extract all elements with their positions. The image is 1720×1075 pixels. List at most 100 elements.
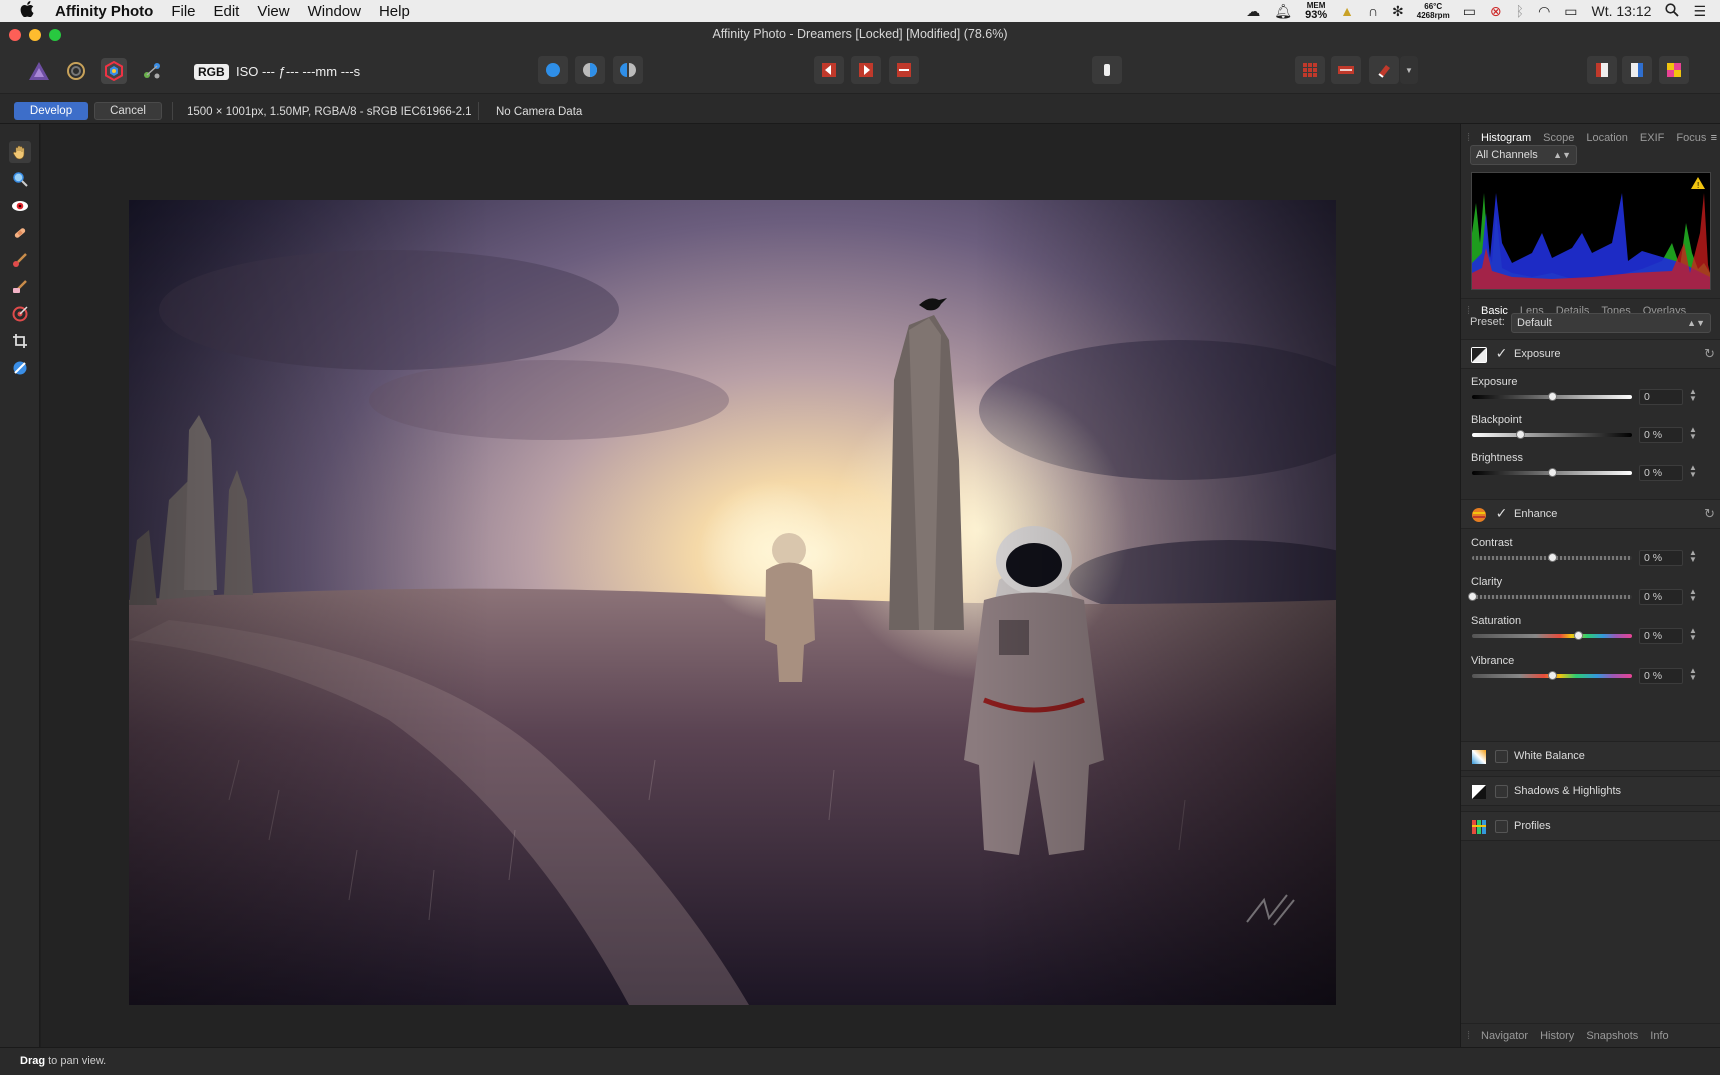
menu-view[interactable]: View — [248, 3, 298, 20]
view-tool-hand-icon[interactable] — [9, 141, 31, 163]
contrast-value[interactable]: 0 % — [1639, 550, 1683, 566]
clarity-stepper-icon[interactable]: ▲ ▼ — [1689, 588, 1697, 603]
white-balance-section-header[interactable]: White Balance — [1461, 741, 1720, 771]
saturation-slider[interactable] — [1472, 631, 1632, 640]
brightness-slider[interactable] — [1472, 468, 1632, 477]
view-single-button[interactable] — [538, 56, 568, 84]
saturation-stepper-icon[interactable]: ▲ ▼ — [1689, 627, 1697, 642]
contrast-slider-thumb[interactable] — [1548, 553, 1557, 562]
tab-history[interactable]: History — [1534, 1030, 1580, 1042]
contrast-slider[interactable] — [1472, 553, 1632, 562]
blackpoint-slider-thumb[interactable] — [1516, 430, 1525, 439]
profiles-enable-checkbox[interactable] — [1495, 820, 1508, 833]
clarity-slider[interactable] — [1468, 592, 1632, 601]
view-mirror-button[interactable] — [613, 56, 643, 84]
vibrance-slider-thumb[interactable] — [1548, 671, 1557, 680]
wifi-icon[interactable]: ◠ — [1531, 3, 1557, 20]
develop-persona-icon[interactable] — [101, 58, 127, 84]
exposure-section-header[interactable]: ✓ Exposure ↻ — [1461, 339, 1720, 369]
menu-file[interactable]: File — [162, 3, 204, 20]
panel-grip-icon[interactable]: ⁞ — [1467, 132, 1475, 144]
snapping-dropdown-chevron-icon[interactable]: ▼ — [1400, 56, 1418, 84]
export-persona-icon[interactable] — [139, 58, 165, 84]
shadows-highlights-section-header[interactable]: Shadows & Highlights — [1461, 776, 1720, 806]
snap-objects-button[interactable] — [1331, 56, 1361, 84]
overlay-erase-brush-icon[interactable] — [9, 276, 31, 298]
memory-monitor[interactable]: MEM 93% — [1299, 1, 1333, 21]
brightness-value[interactable]: 0 % — [1639, 465, 1683, 481]
overlay-gradient-target-icon[interactable] — [9, 303, 31, 325]
tab-focus[interactable]: Focus — [1670, 132, 1712, 144]
warning-icon[interactable]: ▲ — [1333, 3, 1361, 19]
document-image[interactable] — [129, 200, 1336, 1005]
studio-right-button[interactable] — [1622, 56, 1652, 84]
app-name-menu[interactable]: Affinity Photo — [46, 3, 162, 20]
enhance-section-header[interactable]: ✓ Enhance ↻ — [1461, 499, 1720, 529]
white-balance-picker-icon[interactable] — [9, 357, 31, 379]
enhance-enable-checkbox[interactable]: ✓ — [1495, 506, 1508, 521]
spotlight-search-icon[interactable] — [1658, 2, 1686, 20]
snap-grid-button[interactable] — [1295, 56, 1325, 84]
blemish-removal-bandage-icon[interactable] — [9, 222, 31, 244]
snapping-magnet-icon[interactable] — [1369, 56, 1399, 84]
clarity-value[interactable]: 0 % — [1639, 589, 1683, 605]
tab-info[interactable]: Info — [1644, 1030, 1674, 1042]
menu-help[interactable]: Help — [370, 3, 419, 20]
contrast-stepper-icon[interactable]: ▲ ▼ — [1689, 549, 1697, 564]
studio-left-button[interactable] — [1587, 56, 1617, 84]
hook-icon[interactable]: ∩ — [1361, 3, 1385, 19]
tab-basic[interactable]: Basic — [1475, 305, 1514, 317]
clarity-slider-thumb[interactable] — [1468, 592, 1477, 601]
cloud-error-icon[interactable]: ⊗ — [1483, 3, 1509, 20]
reset-icon[interactable]: ↻ — [1704, 346, 1715, 362]
shadow-clipping-button[interactable] — [814, 56, 844, 84]
photo-persona-icon[interactable] — [26, 58, 52, 84]
highlight-clipping-button[interactable] — [851, 56, 881, 84]
assistant-button[interactable] — [1092, 56, 1122, 84]
preset-select[interactable]: Default ▲▼ — [1511, 313, 1711, 333]
blackpoint-stepper-icon[interactable]: ▲ ▼ — [1689, 426, 1697, 441]
liquify-persona-icon[interactable] — [63, 58, 89, 84]
tab-exif[interactable]: EXIF — [1634, 132, 1670, 144]
notification-bell-icon[interactable]: 🔔︎ — [1267, 3, 1299, 20]
creative-cloud-icon[interactable]: ☁ — [1239, 3, 1267, 20]
color-picker-button[interactable] — [1659, 56, 1689, 84]
saturation-value[interactable]: 0 % — [1639, 628, 1683, 644]
fan-icon[interactable]: ✻ — [1385, 3, 1411, 20]
white-balance-enable-checkbox[interactable] — [1495, 750, 1508, 763]
blackpoint-value[interactable]: 0 % — [1639, 427, 1683, 443]
brightness-stepper-icon[interactable]: ▲ ▼ — [1689, 464, 1697, 479]
menu-window[interactable]: Window — [299, 3, 370, 20]
profiles-section-header[interactable]: Profiles — [1461, 811, 1720, 841]
exposure-enable-checkbox[interactable]: ✓ — [1495, 346, 1508, 361]
panel-grip-icon[interactable]: ⁞ — [1467, 1030, 1475, 1042]
exposure-slider[interactable] — [1472, 392, 1632, 401]
minimize-window-button[interactable] — [29, 29, 41, 41]
exposure-value[interactable]: 0 — [1639, 389, 1683, 405]
zoom-tool-icon[interactable] — [9, 168, 31, 190]
menu-edit[interactable]: Edit — [205, 3, 249, 20]
crop-tool-icon[interactable] — [9, 330, 31, 352]
exposure-slider-thumb[interactable] — [1548, 392, 1557, 401]
tab-histogram[interactable]: Histogram — [1475, 132, 1537, 144]
temperature-monitor[interactable]: 66°C 4268rpm — [1411, 2, 1456, 20]
tab-navigator[interactable]: Navigator — [1475, 1030, 1534, 1042]
vibrance-stepper-icon[interactable]: ▲ ▼ — [1689, 667, 1697, 682]
tab-scope[interactable]: Scope — [1537, 132, 1580, 144]
blackpoint-slider[interactable] — [1472, 430, 1632, 439]
zoom-window-button[interactable] — [49, 29, 61, 41]
panel-grip-icon[interactable]: ⁞ — [1467, 305, 1475, 317]
document-canvas[interactable] — [41, 124, 1460, 1047]
battery-icon[interactable]: ▭ — [1557, 3, 1584, 20]
panel-menu-icon[interactable]: ≡ — [1711, 132, 1717, 144]
shadows-highlights-enable-checkbox[interactable] — [1495, 785, 1508, 798]
view-split-button[interactable] — [575, 56, 605, 84]
notification-center-icon[interactable]: ☰ — [1686, 3, 1720, 20]
tab-location[interactable]: Location — [1580, 132, 1634, 144]
reset-icon[interactable]: ↻ — [1704, 506, 1715, 522]
exposure-stepper-icon[interactable]: ▲ ▼ — [1689, 388, 1697, 403]
display-icon[interactable]: ▭ — [1456, 3, 1483, 20]
tone-clipping-button[interactable] — [889, 56, 919, 84]
overlay-paint-brush-icon[interactable] — [9, 249, 31, 271]
apple-menu-icon[interactable] — [0, 0, 46, 22]
